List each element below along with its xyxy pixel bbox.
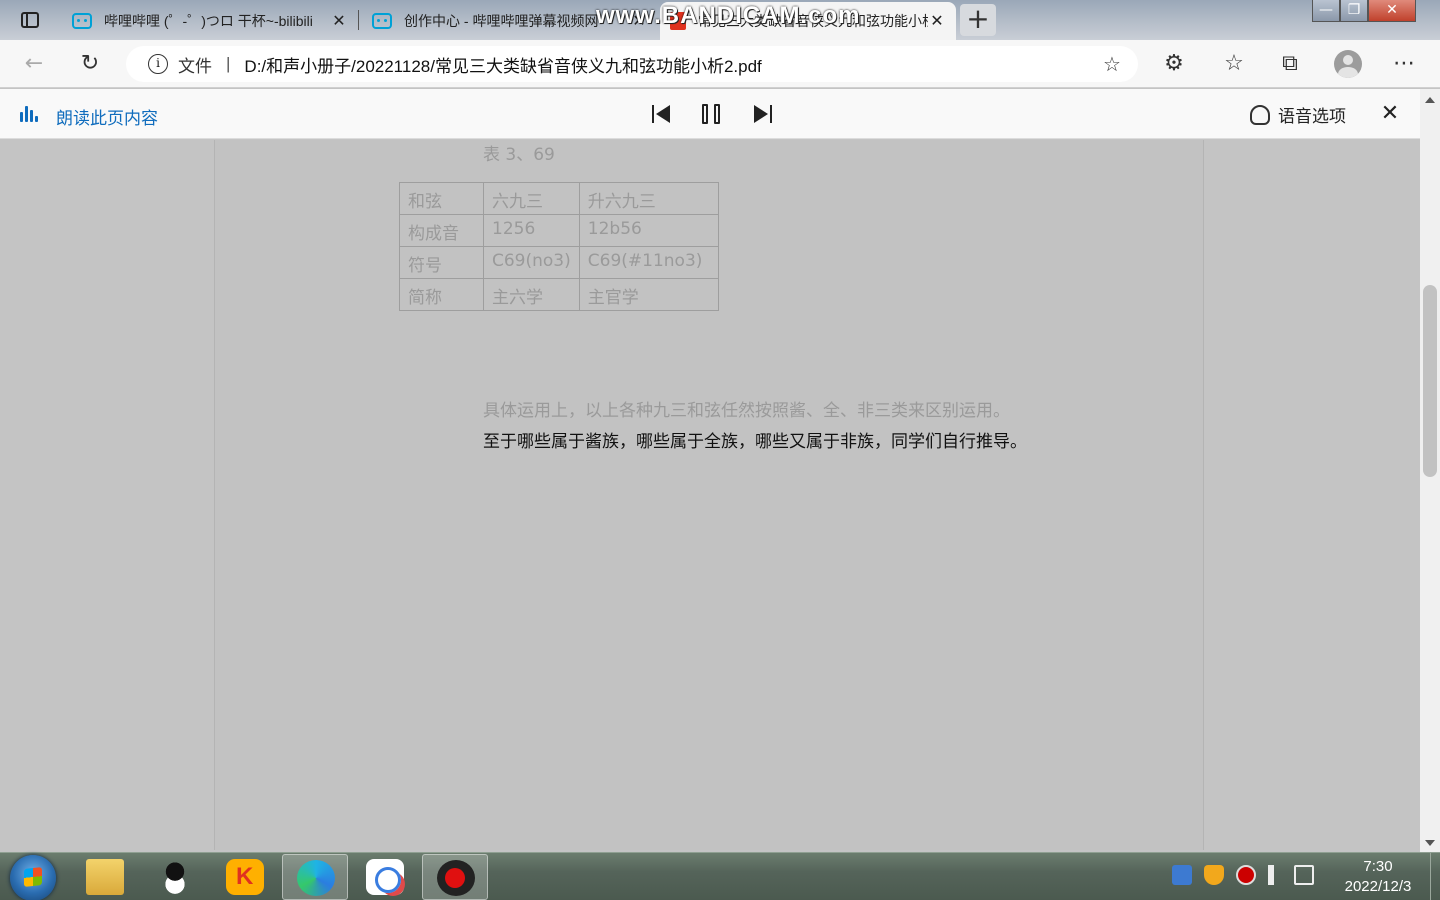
next-paragraph-button[interactable]	[748, 101, 776, 127]
more-menu-icon[interactable]: ⋯	[1388, 48, 1420, 80]
tab-close-button[interactable]: ✕	[330, 11, 348, 31]
table-cell: C69(#11no3)	[578, 246, 719, 279]
baidu-netdisk-icon	[366, 859, 404, 895]
read-aloud-title: 朗读此页内容	[56, 109, 158, 129]
table-caption: 表 3、69	[483, 145, 555, 165]
recording-watermark: www.BANDICAM.com	[596, 2, 861, 29]
voice-options-button[interactable]: 语音选项	[1250, 102, 1346, 127]
pause-button[interactable]	[698, 101, 726, 127]
windows-taskbar: 7:30 2022/12/3	[0, 852, 1440, 900]
table-cell: 和弦	[399, 182, 484, 215]
voice-person-icon	[1250, 104, 1270, 125]
explorer-icon	[86, 859, 124, 895]
table-cell: 1256	[483, 214, 580, 247]
table-row: 构成音 1256 12b56	[399, 214, 719, 247]
favorites-icon[interactable]: ☆	[1218, 48, 1250, 80]
voice-options-label: 语音选项	[1278, 107, 1346, 127]
table-cell: 符号	[399, 246, 484, 279]
start-button[interactable]	[10, 855, 56, 900]
tray-check-icon[interactable]	[1172, 865, 1192, 885]
taskbar-app-kugou[interactable]	[212, 854, 278, 900]
scrollbar-thumb[interactable]	[1423, 285, 1437, 477]
vertical-tabs-icon	[21, 12, 39, 28]
system-tray	[1172, 865, 1314, 885]
tab-bilibili[interactable]: 哔哩哔哩 (゜-゜)つロ 干杯~-bilibili ✕	[62, 4, 358, 38]
qq-icon	[156, 859, 194, 895]
taskbar-app-qq[interactable]	[142, 854, 208, 900]
bandicam-icon	[437, 860, 475, 896]
read-aloud-icon	[20, 106, 40, 122]
add-favorite-icon[interactable]: ☆	[1100, 52, 1124, 77]
tab-title: 哔哩哔哩 (゜-゜)つロ 干杯~-bilibili	[104, 13, 313, 29]
table-cell: 六九三	[483, 182, 580, 215]
restore-button[interactable]: ❐	[1340, 0, 1368, 22]
paragraph-line: 具体运用上，以上各种九三和弦任然按照酱、全、非三类来区别运用。	[483, 401, 1010, 421]
minimize-button[interactable]: —	[1312, 0, 1340, 22]
tray-record-icon[interactable]	[1236, 865, 1256, 885]
address-scheme-label: 文件	[178, 56, 212, 76]
taskbar-app-explorer[interactable]	[72, 854, 138, 900]
clock-date: 2022/12/3	[1344, 878, 1412, 895]
table-cell: C69(no3)	[483, 246, 580, 279]
refresh-icon[interactable]: ↻	[74, 48, 106, 80]
window-controls: — ❐ ✕	[1312, 0, 1416, 22]
clock-time: 7:30	[1363, 858, 1393, 875]
table-row: 和弦 六九三 升六九三	[399, 182, 719, 215]
tab-actions-button[interactable]	[10, 6, 50, 34]
address-url[interactable]: D:/和声小册子/20221128/常见三大类缺省音侠义九和弦功能小析2.pdf	[244, 52, 1100, 77]
table-row: 符号 C69(no3) C69(#11no3)	[399, 246, 719, 279]
scroll-up-icon[interactable]	[1425, 97, 1435, 103]
pdf-viewer[interactable]: 表 3、69 和弦 六九三 升六九三 构成音 1256 12b56 符号 C69…	[0, 140, 1420, 852]
table-cell: 升六九三	[578, 182, 719, 215]
table-cell: 主六学	[483, 278, 580, 311]
tab-divider	[358, 10, 359, 30]
chord-table: 和弦 六九三 升六九三 构成音 1256 12b56 符号 C69(no3) C…	[399, 182, 719, 311]
close-read-aloud-icon[interactable]: ✕	[1378, 101, 1402, 126]
close-window-button[interactable]: ✕	[1368, 0, 1416, 22]
bilibili-icon	[72, 13, 92, 29]
paragraph-line-highlighted: 至于哪些属于酱族，哪些属于全族，哪些又属于非族，同学们自行推导。	[483, 432, 1027, 452]
browser-toolbar: ← ↻ i 文件 | D:/和声小册子/20221128/常见三大类缺省音侠义九…	[0, 40, 1440, 88]
taskbar-app-baidu-netdisk[interactable]	[352, 854, 418, 900]
tab-close-button[interactable]: ✕	[928, 11, 946, 31]
taskbar-app-edge[interactable]	[282, 854, 348, 900]
show-desktop-button[interactable]	[1430, 853, 1440, 900]
scroll-down-icon[interactable]	[1425, 840, 1435, 846]
table-row: 简称 主六学 主官学	[399, 278, 719, 311]
taskbar-clock[interactable]: 7:30 2022/12/3	[1336, 857, 1420, 897]
taskbar-app-bandicam[interactable]	[422, 854, 488, 900]
new-tab-button[interactable]: +	[960, 4, 996, 36]
table-cell: 12b56	[578, 214, 719, 247]
table-cell: 简称	[399, 278, 484, 311]
network-icon[interactable]	[1294, 865, 1314, 885]
read-aloud-bar: 朗读此页内容 语音选项 ✕	[0, 89, 1440, 139]
collections-icon[interactable]: ⧉	[1274, 48, 1306, 80]
info-icon[interactable]: i	[148, 54, 168, 74]
address-bar[interactable]: i 文件 | D:/和声小册子/20221128/常见三大类缺省音侠义九和弦功能…	[126, 46, 1138, 82]
previous-paragraph-button[interactable]	[648, 101, 676, 127]
volume-icon[interactable]	[1268, 865, 1282, 885]
pdf-page: 表 3、69 和弦 六九三 升六九三 构成音 1256 12b56 符号 C69…	[214, 140, 1204, 850]
table-cell: 构成音	[399, 214, 484, 247]
vertical-scrollbar[interactable]	[1420, 89, 1440, 852]
extensions-icon[interactable]: ⚙	[1158, 48, 1190, 80]
tray-shield-icon[interactable]	[1204, 865, 1224, 885]
back-arrow-icon[interactable]: ←	[18, 48, 50, 80]
bilibili-icon	[372, 13, 392, 29]
edge-icon	[297, 860, 335, 896]
kugou-icon	[226, 859, 264, 895]
address-divider: |	[226, 54, 231, 73]
tab-strip: 哔哩哔哩 (゜-゜)つロ 干杯~-bilibili ✕ 创作中心 - 哔哩哔哩弹…	[0, 0, 1440, 40]
table-cell: 主官学	[578, 278, 719, 311]
profile-avatar[interactable]	[1334, 50, 1362, 78]
